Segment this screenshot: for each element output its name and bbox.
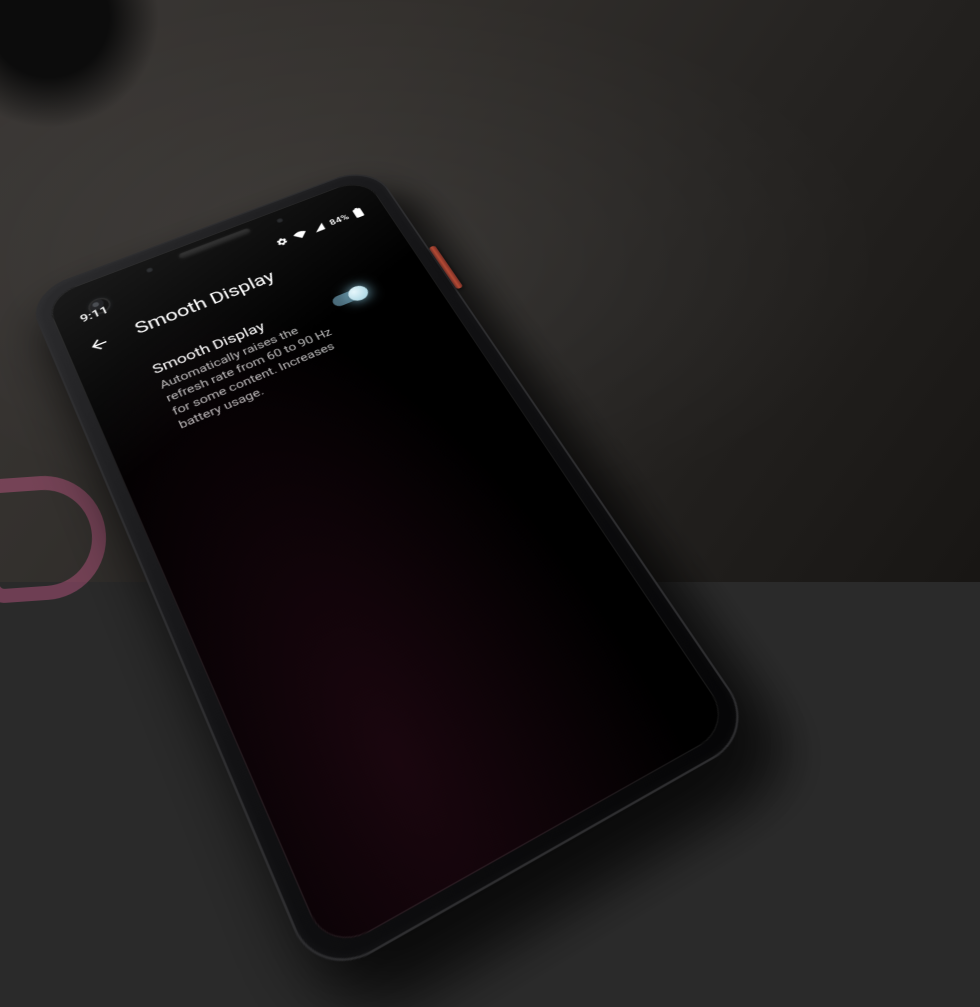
status-time: 9:11 [78, 304, 110, 325]
arrow-back-icon [85, 333, 113, 356]
cellular-signal-icon [310, 222, 327, 234]
photo-background: 9:11 84% [0, 0, 980, 582]
gear-icon [274, 236, 290, 248]
wifi-icon [291, 228, 309, 241]
sensor-dot [146, 267, 154, 273]
sensor-dot [276, 218, 284, 224]
battery-percent: 84% [328, 212, 351, 227]
back-button[interactable] [84, 332, 115, 357]
phone-device: 9:11 84% [26, 165, 760, 985]
battery-icon [351, 207, 364, 218]
setting-toggle[interactable] [329, 283, 371, 310]
